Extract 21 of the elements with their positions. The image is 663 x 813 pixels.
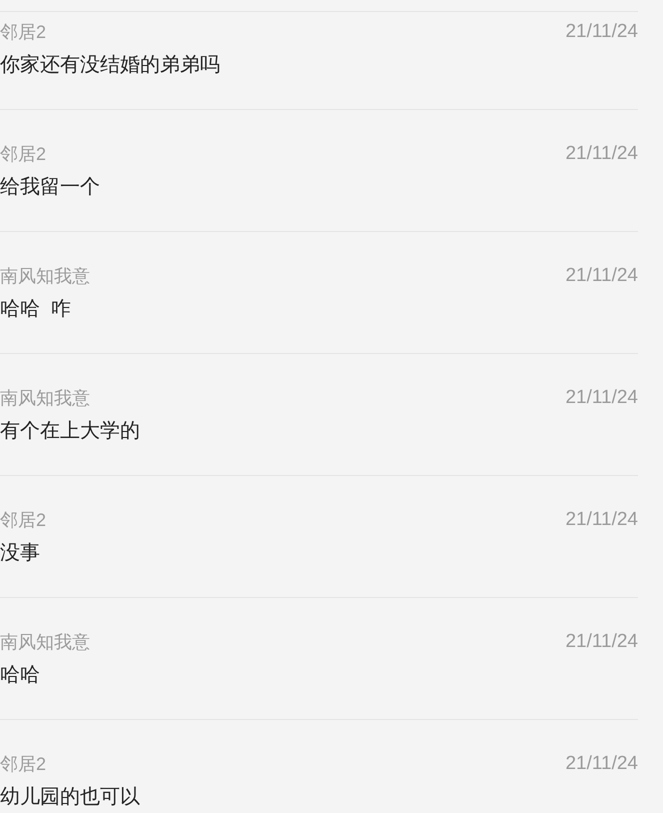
comment-author: 南风知我意 <box>0 388 90 408</box>
comment-date: 21/11/24 <box>565 754 638 774</box>
comment-date: 21/11/24 <box>565 388 638 408</box>
comment-text: 有个在上大学的 <box>0 420 140 442</box>
comment-date: 21/11/24 <box>565 510 638 530</box>
comment-text: 没事 <box>0 542 40 564</box>
comment-author: 邻居2 <box>0 22 46 42</box>
comment-date: 21/11/24 <box>565 144 638 164</box>
comment-text: 你家还有没结婚的弟弟吗 <box>0 54 220 76</box>
comment-author: 邻居2 <box>0 144 46 164</box>
comment-text: 幼儿园的也可以 <box>0 786 140 808</box>
comment-text: 哈哈 咋 <box>0 298 72 320</box>
comment-date: 21/11/24 <box>565 632 638 652</box>
comment-author: 邻居2 <box>0 754 46 774</box>
comment-date: 21/11/24 <box>565 266 638 286</box>
comment-author: 南风知我意 <box>0 266 90 286</box>
comment-date: 21/11/24 <box>565 22 638 42</box>
comment-author: 邻居2 <box>0 510 46 530</box>
comment-author: 南风知我意 <box>0 632 90 652</box>
comment-text: 哈哈 <box>0 664 40 686</box>
comment-text: 给我留一个 <box>0 176 100 198</box>
